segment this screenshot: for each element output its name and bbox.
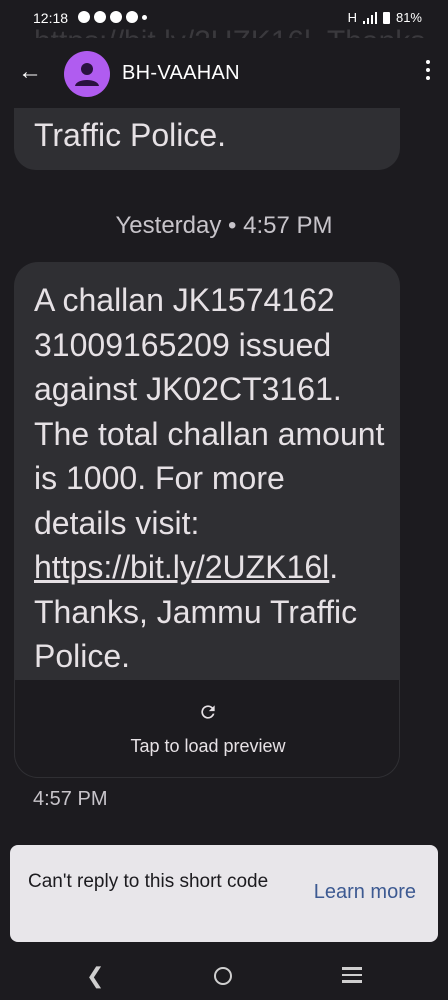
more-options-icon[interactable] xyxy=(426,60,430,80)
date-separator: Yesterday • 4:57 PM xyxy=(115,212,333,239)
app-bar: ← BH-VAAHAN xyxy=(0,38,448,108)
message-text: A challan JK1574162 31009165209 issued a… xyxy=(34,278,386,679)
preview-label: Tap to load preview xyxy=(130,736,286,756)
more-notifications-icon xyxy=(142,14,147,20)
nav-back-icon[interactable]: ❮ xyxy=(86,963,104,989)
refresh-icon xyxy=(201,705,215,719)
back-arrow-icon[interactable]: ← xyxy=(18,60,42,84)
message-link[interactable]: https://bit.ly/2UZK16l xyxy=(34,549,329,585)
contact-avatar[interactable] xyxy=(64,51,110,97)
message-bubble[interactable]: A challan JK1574162 31009165209 issued a… xyxy=(14,262,400,778)
nav-home-icon[interactable] xyxy=(214,967,232,985)
message-body-start: A challan JK1574162 31009165209 issued a… xyxy=(34,282,385,541)
link-preview[interactable]: Tap to load preview xyxy=(14,680,400,778)
notice-text: Can't reply to this short code xyxy=(28,871,269,892)
previous-message-bubble[interactable]: Traffic Police. xyxy=(14,108,400,170)
nav-recents-icon[interactable] xyxy=(342,967,362,987)
person-icon xyxy=(75,63,99,86)
learn-more-link[interactable]: Learn more xyxy=(314,881,416,904)
cannot-reply-banner: Can't reply to this short code Learn mor… xyxy=(10,845,438,942)
previous-message-text: Traffic Police. xyxy=(34,117,227,153)
conversation-title[interactable]: BH-VAAHAN xyxy=(122,62,240,85)
message-timestamp: 4:57 PM xyxy=(33,788,108,810)
system-nav-bar: ❮ xyxy=(0,946,448,1000)
